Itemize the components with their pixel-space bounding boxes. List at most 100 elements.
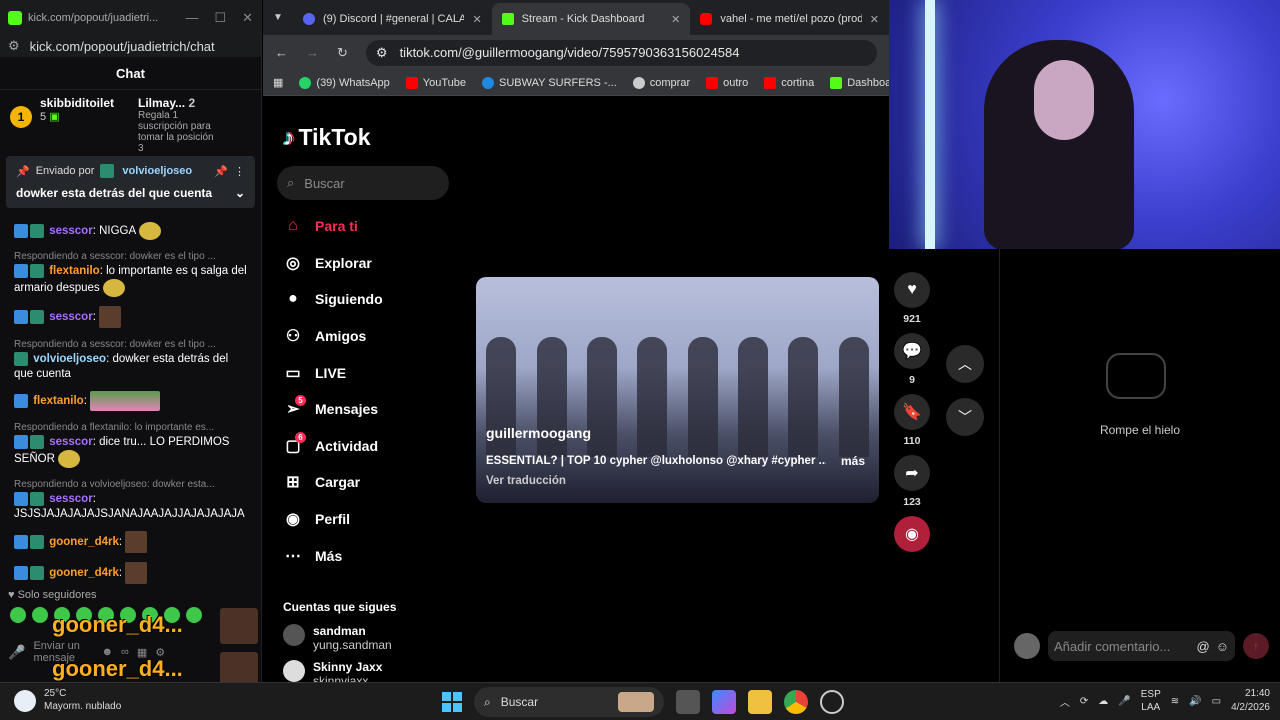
nav-siguiendo[interactable]: ● Siguiendo	[283, 281, 453, 318]
bookmark[interactable]: YouTube	[405, 76, 466, 89]
mention-icon[interactable]: @	[1197, 639, 1210, 654]
apps-icon[interactable]: ▦	[273, 76, 283, 89]
search-input[interactable]: ⌕ Buscar	[277, 166, 449, 200]
kick-urlbar[interactable]: ⚙ kick.com/popout/juadietrich/chat	[0, 35, 261, 57]
bookmark[interactable]: Dashboard	[830, 76, 889, 89]
chevron-down-icon[interactable]: ⌄	[235, 186, 245, 200]
microphone-icon[interactable]: 🎤	[8, 644, 25, 661]
chat-username[interactable]: flextanilo	[33, 395, 83, 407]
emote-icon[interactable]	[32, 607, 48, 623]
send-button[interactable]: ↑	[1243, 633, 1269, 659]
url-field[interactable]: ⚙ tiktok.com/@guillermoogang/video/75957…	[365, 39, 877, 66]
taskbar-search[interactable]: ⌕ Buscar	[474, 687, 664, 717]
tab-search-icon[interactable]: ▼	[263, 0, 293, 35]
close-icon[interactable]: ✕	[671, 13, 680, 26]
minimize-icon[interactable]: —	[185, 10, 198, 26]
sound-disc[interactable]: ◉	[894, 516, 930, 552]
chat-username[interactable]: sesscor	[49, 493, 92, 505]
url-text[interactable]: tiktok.com/@guillermoogang/video/7595790…	[400, 45, 740, 60]
tiktok-logo[interactable]: ♪ TikTok	[283, 124, 371, 151]
bookmark[interactable]: comprar	[632, 76, 690, 89]
previous-video-button[interactable]: ︿	[946, 345, 984, 383]
file-explorer-icon[interactable]	[748, 690, 772, 714]
cloud-tray-icon[interactable]: ☁	[1098, 696, 1108, 707]
close-icon[interactable]: ✕	[870, 13, 879, 26]
leader-name[interactable]: Lilmay...	[138, 96, 185, 110]
chat-username[interactable]: sesscor	[49, 225, 92, 237]
leader-name[interactable]: skibbiditoilet	[40, 96, 130, 110]
like-button[interactable]: ♥	[894, 272, 930, 308]
emote-icon[interactable]	[10, 607, 26, 623]
reply-context[interactable]: Respondiendo a sesscor: dowker es el tip…	[14, 249, 247, 264]
following-account[interactable]: sandman yung.sandman	[283, 624, 392, 652]
sub-badge-icon	[30, 566, 44, 581]
site-settings-icon[interactable]: ⚙	[376, 45, 388, 61]
video-player[interactable]: guillermoogang ESSENTIAL? | TOP 10 cyphe…	[476, 277, 879, 503]
bookmark[interactable]: outro	[706, 76, 748, 89]
maximize-icon[interactable]: ☐	[214, 10, 226, 26]
nav-amigos[interactable]: ⚇ Amigos	[283, 318, 453, 355]
reply-context[interactable]: Respondiendo a sesscor: dowker es el tip…	[14, 337, 247, 352]
bookmark[interactable]: SUBWAY SURFERS -...	[482, 76, 617, 89]
emoji-icon[interactable]: ☺	[1216, 639, 1229, 654]
language-indicator[interactable]: ESP LAA	[1141, 688, 1161, 714]
chat-username[interactable]: flextanilo	[49, 265, 99, 277]
nav-cargar[interactable]: ⊞ Cargar	[283, 464, 453, 501]
nav-actividad[interactable]: ▢ 6 Actividad	[283, 428, 453, 465]
youtube-icon	[405, 76, 418, 89]
chrome-icon[interactable]	[784, 690, 808, 714]
close-icon[interactable]: ✕	[242, 10, 253, 26]
chat-username[interactable]: gooner_d4rk	[49, 567, 119, 579]
search-icon: ⌕	[287, 175, 295, 190]
site-settings-icon[interactable]: ⚙	[8, 38, 20, 54]
more-link[interactable]: más	[841, 454, 865, 468]
microphone-icon[interactable]: 🎤	[1118, 696, 1130, 707]
nav-perfil[interactable]: ◉ Perfil	[283, 501, 453, 538]
comment-input[interactable]: Añadir comentario... @ ☺	[1048, 631, 1235, 661]
clock[interactable]: 21:40 4/2/2026	[1231, 687, 1270, 715]
video-author[interactable]: guillermoogang	[486, 425, 591, 441]
tab-kick-dashboard[interactable]: Stream - Kick Dashboard ✕	[491, 3, 691, 35]
copilot-icon[interactable]	[712, 690, 736, 714]
wifi-icon[interactable]: ≋	[1171, 696, 1179, 707]
battery-icon[interactable]: ▭	[1212, 696, 1221, 707]
nav-para-ti[interactable]: ⌂ Para ti	[283, 208, 453, 245]
close-icon[interactable]: ✕	[472, 13, 481, 26]
chat-username[interactable]: gooner_d4rk	[49, 536, 119, 548]
forward-icon[interactable]: →	[306, 45, 319, 60]
followers-only-label: Solo seguidores	[17, 589, 97, 601]
chat-username[interactable]: sesscor	[49, 436, 92, 448]
share-button[interactable]: ➦	[894, 455, 930, 491]
unpin-icon[interactable]: 📌	[214, 165, 228, 178]
translate-link[interactable]: Ver traducción	[486, 475, 566, 487]
pinned-user[interactable]: volvioeljoseo	[122, 165, 192, 177]
nav-live[interactable]: ▭ LIVE	[283, 354, 453, 391]
tab-discord[interactable]: (9) Discord | #general | CALAVE... ✕	[293, 3, 492, 35]
comment-button[interactable]: 💬	[894, 333, 930, 369]
weather-widget[interactable]: 25°C Mayorm. nublado	[14, 687, 121, 713]
chevron-up-icon[interactable]: ︿	[1060, 694, 1070, 709]
chat-message: Respondiendo a flextanilo: lo importante…	[14, 420, 247, 469]
task-view-icon[interactable]	[676, 690, 700, 714]
next-video-button[interactable]: ﹀	[946, 398, 984, 436]
bookmark[interactable]: (39) WhatsApp	[299, 76, 390, 89]
nav-mensajes[interactable]: ➢ 5 Mensajes	[283, 391, 453, 428]
back-icon[interactable]: ←	[275, 45, 288, 60]
bookmark-label: cortina	[781, 76, 815, 89]
reply-context[interactable]: Respondiendo a flextanilo: lo importante…	[14, 420, 247, 435]
emote-icon[interactable]	[186, 607, 202, 623]
bookmark[interactable]: cortina	[764, 76, 815, 89]
reply-context[interactable]: Respondiendo a volvioeljoseo: dowker est…	[14, 477, 247, 492]
reload-icon[interactable]: ↻	[337, 45, 348, 61]
sync-icon[interactable]: ⟳	[1080, 696, 1088, 707]
chat-username[interactable]: sesscor	[49, 311, 92, 323]
tab-youtube[interactable]: vahel - me metí/el pozo (prod ✕	[690, 3, 889, 35]
obs-icon[interactable]	[820, 690, 844, 714]
volume-icon[interactable]: 🔊	[1189, 696, 1201, 707]
chat-username[interactable]: volvioeljoseo	[33, 353, 106, 365]
windows-start-icon[interactable]	[442, 692, 462, 712]
nav-explorar[interactable]: ◎ Explorar	[283, 245, 453, 282]
nav-mas[interactable]: ⋯ Más	[283, 537, 453, 574]
more-options-icon[interactable]: ⋮	[234, 165, 245, 178]
bookmark-button[interactable]: 🔖	[894, 394, 930, 430]
